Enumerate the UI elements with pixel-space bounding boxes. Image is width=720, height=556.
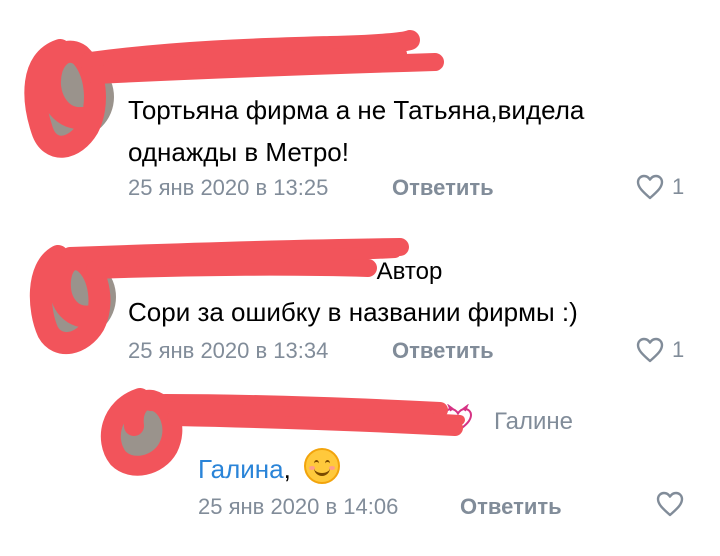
comment-text: Галина,	[198, 448, 341, 487]
like-count: 1	[672, 337, 685, 362]
like-count: 1	[672, 174, 685, 199]
heart-outline-icon	[636, 174, 664, 200]
smiling-face-emoji-icon	[304, 448, 341, 484]
comment-date[interactable]: 25 янв 2020 в 14:06	[198, 494, 398, 520]
avatar[interactable]	[108, 398, 178, 468]
reply-button[interactable]: Ответить	[392, 338, 494, 364]
comment-date[interactable]: 25 янв 2020 в 13:25	[128, 175, 328, 201]
like-button[interactable]: 1	[636, 337, 684, 363]
comment-text: Сори за ошибку в названии фирмы :)	[128, 297, 578, 327]
heart-outline-icon	[636, 337, 664, 363]
reply-to-name[interactable]: Галине	[494, 408, 573, 436]
reply-button[interactable]: Ответить	[460, 494, 562, 520]
comment-date[interactable]: 25 янв 2020 в 13:34	[128, 338, 328, 364]
avatar[interactable]	[32, 255, 116, 339]
reply-button[interactable]: Ответить	[392, 175, 494, 201]
mention-link[interactable]: Галина	[198, 454, 284, 484]
heart-sticker-icon	[443, 404, 473, 433]
like-button[interactable]	[656, 491, 684, 517]
comment-suffix: ,	[283, 454, 291, 484]
comment-text-line-1: Тортьяна фирма а не Татьяна,видела	[128, 95, 585, 125]
author-badge: · Автор	[362, 258, 443, 285]
comment-text-line-2: однажды в Метро!	[128, 137, 349, 167]
like-button[interactable]: 1	[636, 174, 684, 200]
heart-outline-icon	[656, 491, 684, 517]
avatar[interactable]	[30, 55, 114, 139]
